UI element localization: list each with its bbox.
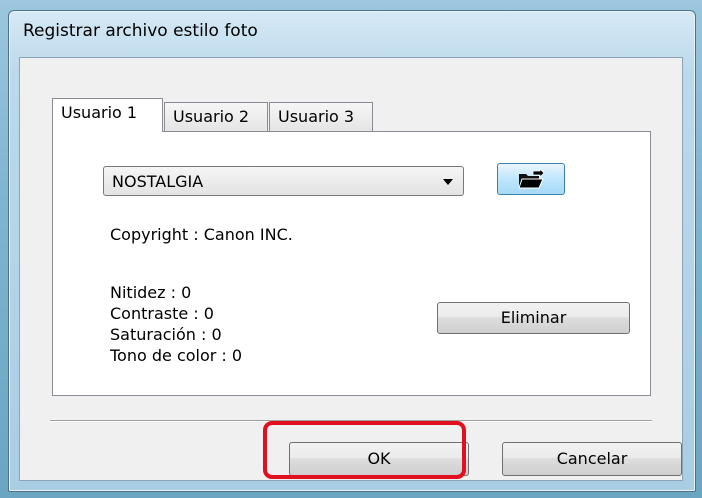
- tab-label: Usuario 3: [278, 107, 355, 126]
- tab-label: Usuario 2: [173, 107, 250, 126]
- nitidez-value: Nitidez : 0: [110, 283, 192, 302]
- window-title: Registrar archivo estilo foto: [23, 21, 258, 41]
- copyright-text: Copyright : Canon INC.: [110, 225, 293, 244]
- tab-usuario-1[interactable]: Usuario 1: [52, 98, 163, 132]
- dialog-window: Registrar archivo estilo foto Usuario 1 …: [8, 10, 696, 492]
- eliminar-button-label: Eliminar: [500, 308, 567, 327]
- tab-usuario-2[interactable]: Usuario 2: [164, 102, 268, 132]
- desktop-background: Registrar archivo estilo foto Usuario 1 …: [0, 0, 702, 498]
- cancelar-button-label: Cancelar: [556, 449, 628, 468]
- ok-highlight-annotation: [263, 421, 466, 479]
- chevron-down-icon: [443, 179, 453, 185]
- picture-style-select[interactable]: NOSTALGIA: [103, 166, 464, 196]
- saturacion-value: Saturación : 0: [110, 325, 222, 344]
- tab-label: Usuario 1: [61, 103, 138, 122]
- cancelar-button[interactable]: Cancelar: [502, 442, 682, 476]
- tab-usuario-3[interactable]: Usuario 3: [269, 102, 373, 132]
- picture-style-value: NOSTALGIA: [112, 172, 204, 191]
- title-bar[interactable]: Registrar archivo estilo foto: [9, 11, 695, 55]
- tono-color-value: Tono de color : 0: [110, 346, 243, 365]
- tab-panel-usuario-1: NOSTALGIA Copyright : Canon INC. Nitidez…: [52, 131, 651, 396]
- contraste-value: Contraste : 0: [110, 304, 214, 323]
- eliminar-button[interactable]: Eliminar: [437, 302, 630, 334]
- folder-open-icon: [518, 169, 545, 189]
- open-file-button[interactable]: [497, 163, 565, 195]
- dialog-client-area: Usuario 1 Usuario 2 Usuario 3 NOSTALGIA: [19, 57, 683, 481]
